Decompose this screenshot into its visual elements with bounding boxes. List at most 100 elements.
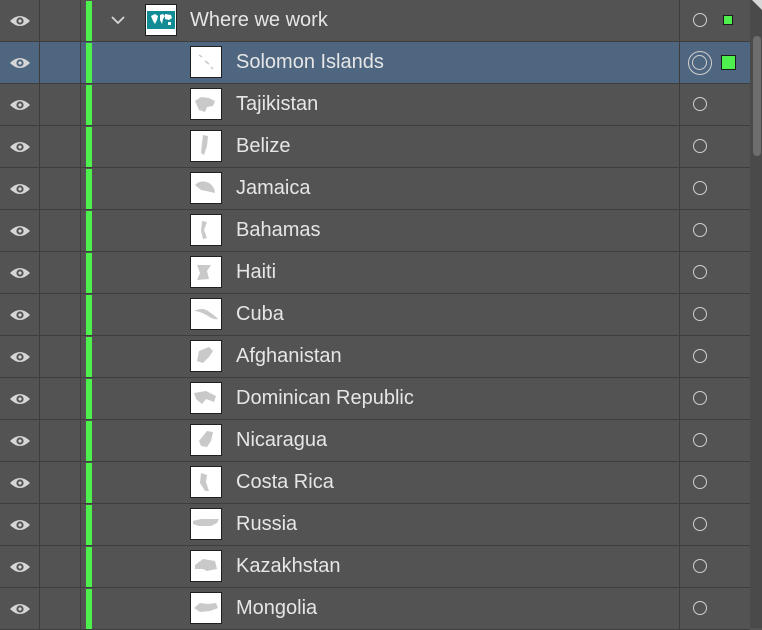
layer-row[interactable]: Haiti [0, 252, 750, 294]
scrollbar[interactable] [750, 0, 762, 628]
layer-color-bar [86, 295, 92, 335]
lock-toggle[interactable] [40, 462, 81, 503]
visibility-toggle[interactable] [0, 0, 40, 41]
visibility-toggle[interactable] [0, 462, 40, 503]
target-cell[interactable] [679, 336, 750, 377]
target-circle-icon[interactable] [693, 13, 707, 27]
expand-toggle[interactable] [108, 10, 128, 30]
lock-toggle[interactable] [40, 0, 81, 41]
target-cell[interactable] [679, 84, 750, 125]
target-circle-icon[interactable] [688, 51, 712, 75]
layer-color-bar [86, 85, 92, 125]
lock-toggle[interactable] [40, 336, 81, 377]
visibility-toggle[interactable] [0, 84, 40, 125]
visibility-toggle[interactable] [0, 210, 40, 251]
target-cell[interactable] [679, 0, 750, 41]
lock-toggle[interactable] [40, 420, 81, 461]
lock-toggle[interactable] [40, 210, 81, 251]
lock-toggle[interactable] [40, 42, 81, 83]
target-cell[interactable] [679, 588, 750, 629]
lock-toggle[interactable] [40, 504, 81, 545]
visibility-toggle[interactable] [0, 252, 40, 293]
country-shape-icon [201, 221, 207, 239]
selection-indicator[interactable] [723, 15, 733, 25]
layer-thumbnail [190, 424, 222, 456]
target-cell[interactable] [679, 252, 750, 293]
target-circle-icon[interactable] [693, 97, 707, 111]
visibility-toggle[interactable] [0, 42, 40, 83]
scrollbar-thumb[interactable] [753, 36, 761, 156]
eye-icon [9, 603, 30, 614]
visibility-toggle[interactable] [0, 126, 40, 167]
target-circle-icon[interactable] [693, 181, 707, 195]
target-circle-icon[interactable] [693, 349, 707, 363]
lock-toggle[interactable] [40, 294, 81, 335]
target-circle-icon[interactable] [693, 517, 707, 531]
layer-name: Bahamas [236, 219, 321, 241]
layer-row[interactable]: Solomon Islands [0, 42, 750, 84]
country-shape-icon [194, 309, 218, 320]
target-circle-icon[interactable] [693, 223, 707, 237]
target-cell[interactable] [679, 504, 750, 545]
target-cell[interactable] [679, 168, 750, 209]
layer-name: Russia [236, 513, 298, 535]
layer-row[interactable]: Jamaica [0, 168, 750, 210]
layer-name: Afghanistan [236, 345, 342, 367]
lock-toggle[interactable] [40, 378, 81, 419]
visibility-toggle[interactable] [0, 420, 40, 461]
layer-row[interactable]: Belize [0, 126, 750, 168]
layer-name: Haiti [236, 261, 277, 283]
target-cell[interactable] [679, 42, 750, 83]
lock-toggle[interactable] [40, 588, 81, 629]
target-circle-icon[interactable] [693, 475, 707, 489]
target-cell[interactable] [679, 546, 750, 587]
target-circle-icon[interactable] [693, 391, 707, 405]
layer-row[interactable]: Nicaragua [0, 420, 750, 462]
layer-row[interactable]: Afghanistan [0, 336, 750, 378]
layer-thumbnail [190, 466, 222, 498]
layer-thumbnail [190, 382, 222, 414]
lock-toggle[interactable] [40, 252, 81, 293]
layer-group-row[interactable]: Where we work [0, 0, 750, 42]
target-cell[interactable] [679, 126, 750, 167]
target-cell[interactable] [679, 294, 750, 335]
target-circle-icon[interactable] [693, 139, 707, 153]
target-cell[interactable] [679, 378, 750, 419]
target-circle-icon[interactable] [693, 559, 707, 573]
visibility-toggle[interactable] [0, 504, 40, 545]
target-circle-icon[interactable] [693, 265, 707, 279]
lock-toggle[interactable] [40, 84, 81, 125]
layer-row[interactable]: Russia [0, 504, 750, 546]
layer-thumbnail [190, 592, 222, 624]
layer-row[interactable]: Costa Rica [0, 462, 750, 504]
eye-icon [9, 15, 30, 26]
layer-color-bar [86, 421, 92, 461]
layer-row[interactable]: Tajikistan [0, 84, 750, 126]
selection-indicator[interactable] [721, 55, 736, 70]
target-cell[interactable] [679, 210, 750, 251]
lock-toggle[interactable] [40, 546, 81, 587]
lock-toggle[interactable] [40, 168, 81, 209]
target-cell[interactable] [679, 420, 750, 461]
visibility-toggle[interactable] [0, 294, 40, 335]
lock-toggle[interactable] [40, 126, 81, 167]
visibility-toggle[interactable] [0, 546, 40, 587]
visibility-toggle[interactable] [0, 168, 40, 209]
layer-row[interactable]: Kazakhstan [0, 546, 750, 588]
visibility-toggle[interactable] [0, 336, 40, 377]
layer-color-bar [86, 463, 92, 503]
layer-row[interactable]: Dominican Republic [0, 378, 750, 420]
eye-icon [9, 519, 30, 530]
target-cell[interactable] [679, 462, 750, 503]
eye-icon [9, 435, 30, 446]
layer-name: Belize [236, 135, 291, 157]
visibility-toggle[interactable] [0, 378, 40, 419]
target-circle-icon[interactable] [693, 433, 707, 447]
target-circle-icon[interactable] [693, 307, 707, 321]
country-shape-icon [195, 181, 215, 193]
layer-row[interactable]: Cuba [0, 294, 750, 336]
layer-row[interactable]: Mongolia [0, 588, 750, 630]
layer-row[interactable]: Bahamas [0, 210, 750, 252]
visibility-toggle[interactable] [0, 588, 40, 629]
target-circle-icon[interactable] [693, 601, 707, 615]
